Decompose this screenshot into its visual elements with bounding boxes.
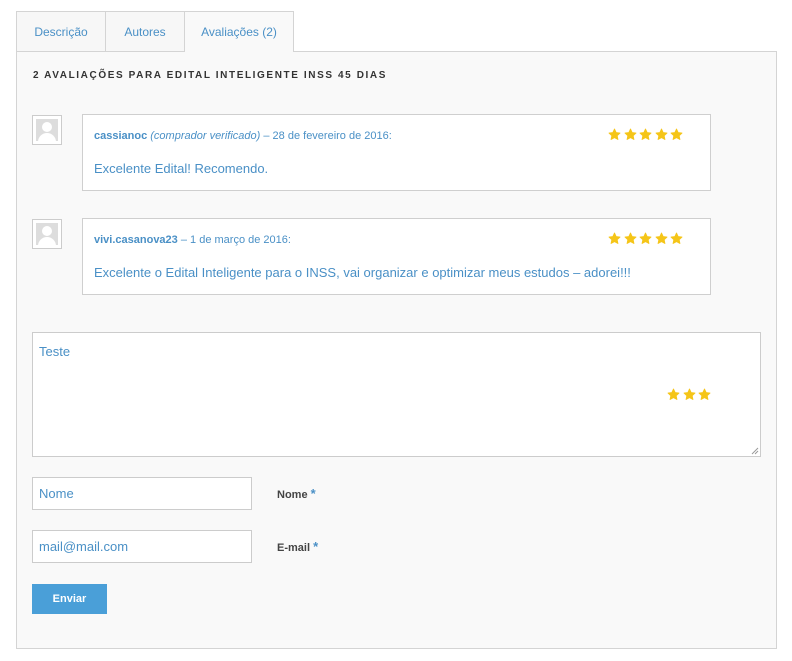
reviews-panel: 2 AVALIAÇÕES PARA EDITAL INTELIGENTE INS… xyxy=(16,51,777,649)
star-icon xyxy=(670,128,683,140)
star-icon xyxy=(655,232,667,244)
submit-button[interactable]: Enviar xyxy=(32,584,107,614)
tab-autores[interactable]: Autores xyxy=(105,11,185,51)
required-mark: * xyxy=(310,486,316,501)
star-icon xyxy=(624,232,636,244)
star-icon xyxy=(655,128,667,140)
email-input[interactable]: mail@mail.com xyxy=(32,530,252,563)
avatar-icon xyxy=(32,219,62,249)
name-input[interactable]: Nome xyxy=(32,477,252,510)
star-icon xyxy=(608,232,621,244)
name-label: Nome * xyxy=(277,486,316,501)
reviews-title: 2 AVALIAÇÕES PARA EDITAL INTELIGENTE INS… xyxy=(33,70,387,81)
review-item: vivi.casanova23 – 1 de março de 2016: Ex… xyxy=(82,218,711,295)
comment-text: Teste xyxy=(39,344,71,359)
review-date: – 1 de março de 2016: xyxy=(180,234,291,246)
review-text: Excelente Edital! Recomendo. xyxy=(94,161,269,176)
avatar-icon xyxy=(32,115,62,145)
star-icon[interactable] xyxy=(667,388,680,401)
verified-badge: (comprador verificado) xyxy=(150,130,261,142)
rating-selector[interactable] xyxy=(667,388,714,401)
name-label-text: Nome xyxy=(277,489,308,501)
tab-avaliacoes[interactable]: Avaliações (2) xyxy=(184,11,294,52)
review-meta: cassianoc (comprador verificado) – 28 de… xyxy=(94,130,392,142)
tab-bar: Descrição Autores Avaliações (2) xyxy=(16,11,294,52)
review-rating xyxy=(608,128,686,141)
star-icon xyxy=(608,128,621,140)
star-icon xyxy=(624,128,636,140)
comment-textarea[interactable]: Teste xyxy=(32,332,761,457)
review-text: Excelente o Edital Inteligente para o IN… xyxy=(94,265,631,280)
star-icon xyxy=(639,128,652,140)
review-date: – 28 de fevereiro de 2016: xyxy=(263,130,392,142)
star-icon[interactable] xyxy=(698,388,711,401)
star-icon xyxy=(639,232,652,244)
star-icon[interactable] xyxy=(683,388,696,401)
resize-grip-icon[interactable] xyxy=(751,447,759,455)
review-rating xyxy=(608,232,686,245)
review-author: cassianoc xyxy=(94,130,148,142)
review-item: cassianoc (comprador verificado) – 28 de… xyxy=(82,114,711,191)
tab-descricao[interactable]: Descrição xyxy=(16,11,106,51)
email-label: E-mail * xyxy=(277,539,318,554)
star-icon xyxy=(670,232,683,244)
review-author: vivi.casanova23 xyxy=(94,234,178,246)
email-label-text: E-mail xyxy=(277,542,311,554)
review-meta: vivi.casanova23 – 1 de março de 2016: xyxy=(94,234,291,246)
required-mark: * xyxy=(313,539,319,554)
